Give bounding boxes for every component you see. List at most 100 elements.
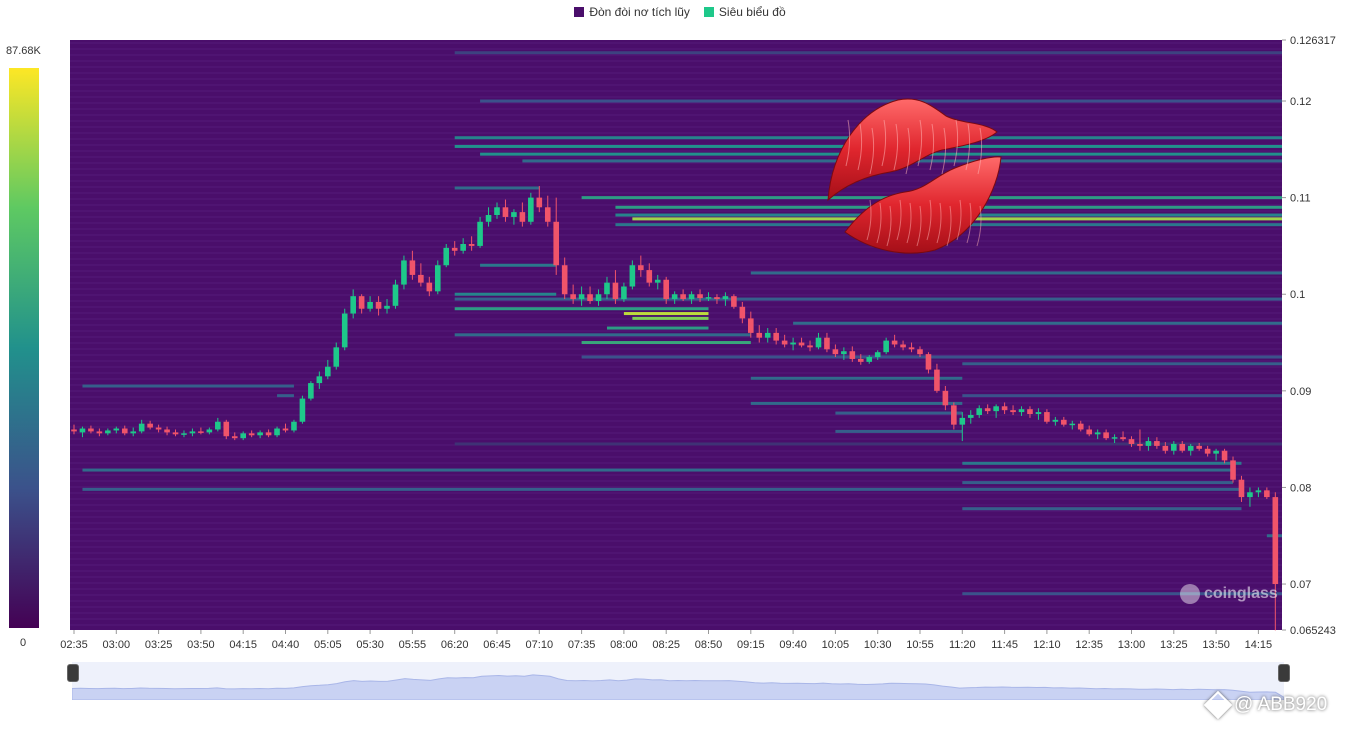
candle-body [1094, 432, 1101, 435]
x-tick-label: 09:40 [779, 639, 807, 651]
candle-body [1230, 460, 1236, 480]
x-tick-label: 12:35 [1075, 639, 1103, 651]
navigator-left-handle[interactable] [67, 664, 79, 682]
candle-body [375, 301, 382, 309]
candle-body [71, 429, 77, 432]
candle-body [105, 430, 111, 434]
candle-body [1187, 445, 1194, 451]
candle-body [849, 351, 856, 359]
candle-body [358, 296, 365, 309]
x-tick-label: 03:50 [187, 639, 215, 651]
x-tick-label: 05:55 [399, 639, 427, 651]
candle-body [1001, 406, 1008, 411]
candle-body [164, 429, 170, 433]
candle-body [976, 408, 983, 415]
candle-body [308, 383, 314, 399]
candle-body [511, 212, 517, 217]
y-tick-label: 0.11 [1290, 193, 1311, 205]
x-tick-label: 14:15 [1245, 639, 1273, 651]
candle-body [1061, 419, 1067, 425]
heat-band [750, 271, 1282, 275]
candle-body [807, 345, 813, 348]
candle-body [147, 423, 153, 428]
candle-body [934, 369, 940, 391]
candle-body [282, 428, 289, 431]
heat-band [962, 362, 1282, 366]
candle-body [621, 286, 627, 300]
heat-band [835, 429, 963, 433]
x-tick-label: 08:50 [695, 639, 723, 651]
candle-body [917, 349, 923, 355]
candle-body [731, 296, 737, 307]
heat-band [277, 394, 294, 398]
candle-body [367, 301, 373, 309]
x-tick-label: 03:25 [145, 639, 173, 651]
candle-body [841, 351, 847, 355]
candle-body [739, 306, 746, 319]
candle-body [1128, 439, 1135, 444]
heat-band [454, 292, 557, 296]
candle-body [240, 433, 246, 439]
candle-body [705, 297, 712, 299]
candle-body [1247, 492, 1253, 498]
x-tick-label: 13:00 [1118, 639, 1146, 651]
x-tick-label: 09:15 [737, 639, 765, 651]
candle-body [781, 340, 788, 345]
candle-body [951, 405, 957, 425]
x-tick-label: 02:35 [60, 639, 88, 651]
candle-body [426, 282, 433, 292]
heat-band [962, 394, 1282, 398]
range-navigator[interactable] [71, 662, 1285, 701]
x-tick-label: 10:05 [822, 639, 850, 651]
candle-body [654, 279, 661, 283]
candle-body [925, 354, 932, 370]
y-tick-label: 0.1 [1290, 289, 1305, 301]
candle-body [350, 296, 356, 314]
candle-body [1272, 497, 1279, 585]
heat-band [835, 411, 963, 415]
candle-body [274, 428, 280, 436]
x-tick-label: 12:10 [1033, 639, 1061, 651]
candle-body [984, 408, 991, 412]
candle-body [578, 294, 585, 300]
candle-body [891, 340, 898, 345]
candle-body [341, 313, 348, 348]
candle-body [206, 429, 213, 433]
candle-body [248, 433, 255, 436]
x-tick-label: 13:25 [1160, 639, 1188, 651]
navigator-right-handle[interactable] [1278, 664, 1290, 682]
candle-body [1018, 409, 1025, 413]
candle-body [714, 297, 720, 300]
y-tick-label: 0.09 [1290, 386, 1311, 398]
candle-body [1010, 410, 1016, 413]
y-tick-label: 0.07 [1290, 579, 1311, 591]
candle-body [265, 432, 272, 436]
heat-band [581, 341, 751, 345]
candle-body [1086, 429, 1092, 435]
candle-body [553, 221, 560, 266]
heatmap-chart[interactable]: 0.1263170.120.110.10.090.080.070.065243 … [0, 0, 1360, 731]
candle-body [223, 421, 230, 437]
heat-band [82, 468, 1234, 472]
y-tick-label: 0.126317 [1290, 35, 1336, 47]
candle-body [697, 294, 703, 299]
x-axis: 02:35 03:00 03:25 03:50 04:15 04:40 05:05 05:30… [60, 630, 1272, 651]
candle-body [434, 265, 441, 292]
candle-body [138, 423, 145, 432]
candle-body [409, 260, 416, 275]
candle-body [528, 197, 534, 222]
candle-body [392, 284, 399, 306]
candle-body [494, 207, 500, 216]
candle-body [1044, 412, 1050, 422]
candle-body [671, 294, 678, 300]
candle-body [688, 294, 695, 300]
candle-body [790, 342, 796, 345]
candle-body [257, 432, 263, 436]
candle-body [629, 265, 636, 287]
candle-body [1137, 443, 1143, 446]
heat-band [962, 507, 1242, 511]
candle-body [172, 432, 179, 435]
candle-body [1238, 479, 1245, 498]
candle-body [215, 421, 221, 430]
heat-band [750, 401, 963, 405]
